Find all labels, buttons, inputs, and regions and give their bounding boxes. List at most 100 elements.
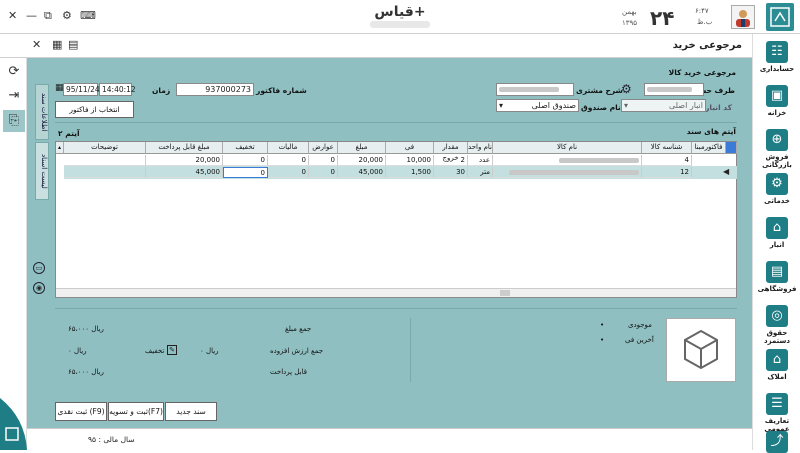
- cell-payable[interactable]: 20,000: [146, 155, 223, 166]
- cell-tax[interactable]: 0: [268, 155, 309, 166]
- keyboard-icon[interactable]: ⌨: [80, 9, 96, 23]
- list-icon: ☰: [766, 393, 788, 415]
- cashbox-label: نام صندوق: [581, 103, 621, 112]
- coins-icon: ◎: [766, 305, 788, 327]
- chevron-up-icon[interactable]: ▴: [56, 142, 64, 154]
- export-icon[interactable]: ⇥: [6, 88, 22, 104]
- cell-qty[interactable]: 30: [434, 167, 468, 178]
- status-bar: سال مالی : ۹۵: [27, 428, 752, 450]
- left-toolbar: ⟳ ⇥ ⎘: [0, 58, 27, 450]
- cashbox-select[interactable]: ▾ صندوق اصلی: [496, 99, 579, 112]
- select-from-invoice-button[interactable]: انتخاب از فاکتور: [55, 101, 134, 118]
- close-tab-icon[interactable]: ✕: [32, 38, 41, 52]
- cell-price[interactable]: 1,500: [386, 167, 434, 178]
- nav-item-services[interactable]: ⚙ خدماتی: [753, 170, 800, 218]
- col-header-amount[interactable]: مبلغ: [338, 142, 386, 154]
- cell-discount[interactable]: 0: [223, 155, 268, 166]
- cell-amount[interactable]: 20,000: [338, 155, 386, 166]
- save-and-settle-button[interactable]: ثبت و تسویه(F7): [108, 402, 164, 421]
- tab-document-info[interactable]: اطلاعات سند: [35, 84, 49, 140]
- edit-icon[interactable]: ✎: [167, 345, 177, 355]
- item-count: ۲ آیتم: [58, 129, 80, 138]
- calendar-icon[interactable]: ▦: [55, 83, 64, 93]
- nav-item-treasury[interactable]: ▣ خزانه: [753, 82, 800, 130]
- cell-discount-editing[interactable]: 0: [223, 167, 268, 178]
- cell-duty[interactable]: 0: [309, 155, 338, 166]
- nav-item-accounting[interactable]: ☷ حسابداری: [753, 38, 800, 86]
- col-header-tax[interactable]: مالیات: [268, 142, 309, 154]
- col-header-payable[interactable]: مبلغ قابل پرداخت: [146, 142, 223, 154]
- cell-payable[interactable]: 45,000: [146, 167, 223, 178]
- date-field[interactable]: 95/11/24: [63, 83, 100, 96]
- calculator-icon[interactable]: ▦: [52, 38, 62, 52]
- col-header-item-id[interactable]: شناسه کالا: [642, 142, 692, 154]
- col-header-duty[interactable]: عوارض: [309, 142, 338, 154]
- cell-duty[interactable]: 0: [309, 167, 338, 178]
- nav-item-real-estate[interactable]: ⌂ املاک: [753, 346, 800, 394]
- cell-unit[interactable]: متر: [468, 167, 493, 178]
- main-navigation: ☷ حسابداری ▣ خزانه ⊕ فروش بازرگانی ⚙ خدماتی …: [752, 34, 800, 453]
- horizontal-scrollbar[interactable]: [56, 288, 736, 297]
- record-icon[interactable]: ◉: [33, 282, 45, 294]
- refresh-icon[interactable]: ⟳: [6, 64, 22, 80]
- nav-item-payroll[interactable]: ◎ حقوق دستمزد: [753, 302, 800, 350]
- customer-desc-input[interactable]: [496, 83, 574, 96]
- folder-icon[interactable]: ▭: [33, 262, 45, 274]
- cell-description[interactable]: [64, 155, 146, 166]
- invoice-number-label: شماره فاکتور: [256, 86, 307, 95]
- divider: [55, 122, 737, 123]
- warehouse-select[interactable]: ▾ انبار اصلی: [621, 99, 706, 112]
- calendar-icon[interactable]: ▤: [68, 38, 78, 52]
- close-window-icon[interactable]: ✕: [8, 9, 17, 23]
- col-header-qty[interactable]: مقدار خروج: [434, 142, 468, 162]
- col-header-discount[interactable]: تخفیف: [223, 142, 268, 154]
- nav-item-warehouse[interactable]: ⌂ انبار: [753, 214, 800, 262]
- cell-item-name-redacted[interactable]: [493, 167, 642, 178]
- row-pointer-icon: ◀: [723, 167, 730, 176]
- cell-tax[interactable]: 0: [268, 167, 309, 178]
- invoice-number-field[interactable]: 937000273: [176, 83, 254, 96]
- restore-icon[interactable]: ⧉: [44, 9, 52, 23]
- items-table: فاکتورمبنا شناسه کالا نام کالا نام واحد …: [55, 141, 737, 298]
- app-subtitle-redacted: [370, 21, 430, 28]
- cell-description[interactable]: [64, 167, 146, 178]
- cell-amount[interactable]: 45,000: [338, 167, 386, 178]
- nav-item-reports[interactable]: ⤴: [753, 428, 800, 453]
- customer-desc-label: شرح مشتری: [576, 86, 623, 95]
- time-field[interactable]: 14:40:12: [99, 83, 136, 96]
- cell-item-name-redacted[interactable]: [493, 155, 642, 166]
- save-cash-button[interactable]: ثبت نقدی (F9): [55, 402, 107, 421]
- cell-qty[interactable]: 2: [434, 155, 468, 166]
- vat-label: جمع ارزش افزوده: [270, 347, 324, 355]
- app-title: قیاس+: [374, 4, 426, 20]
- person-icon: [736, 10, 750, 27]
- date-year: ۱۳۹۵: [622, 19, 638, 27]
- col-header-price[interactable]: فی: [386, 142, 434, 154]
- gear-icon: ⚙: [766, 173, 788, 195]
- scrollbar-thumb[interactable]: [500, 290, 510, 296]
- col-header-unit[interactable]: نام واحد: [468, 142, 493, 154]
- cell-price[interactable]: 10,000: [386, 155, 434, 166]
- chevron-down-icon: ▾: [499, 101, 504, 110]
- payable-value: ۶۵،۰۰۰ ریال: [68, 368, 104, 376]
- tab-document-list[interactable]: لیست اسناد: [35, 142, 49, 200]
- product-image: [666, 318, 736, 382]
- user-avatar[interactable]: [731, 5, 755, 29]
- cell-item-id[interactable]: 12: [642, 167, 692, 178]
- party-input[interactable]: [644, 83, 704, 96]
- gear-icon[interactable]: ⚙: [62, 9, 72, 23]
- col-header-description[interactable]: توضیحات: [64, 142, 146, 154]
- nav-item-trade-sales[interactable]: ⊕ فروش بازرگانی: [753, 126, 800, 174]
- col-header-item-name[interactable]: نام کالا: [493, 142, 642, 154]
- cell-unit[interactable]: عدد: [468, 155, 493, 166]
- minimize-icon[interactable]: —: [26, 9, 37, 23]
- house-icon: ⌂: [766, 349, 788, 371]
- new-document-button[interactable]: سند جدید: [165, 402, 217, 421]
- cell-item-id[interactable]: 4: [642, 155, 692, 166]
- table-corner[interactable]: [726, 142, 737, 154]
- ledger-icon: ☷: [766, 41, 788, 63]
- document-icon[interactable]: ⎘: [3, 110, 25, 132]
- col-header-base-invoice[interactable]: فاکتورمبنا: [692, 142, 726, 154]
- fiscal-year: سال مالی : ۹۵: [88, 435, 135, 444]
- nav-item-store[interactable]: ▤ فروشگاهی: [753, 258, 800, 306]
